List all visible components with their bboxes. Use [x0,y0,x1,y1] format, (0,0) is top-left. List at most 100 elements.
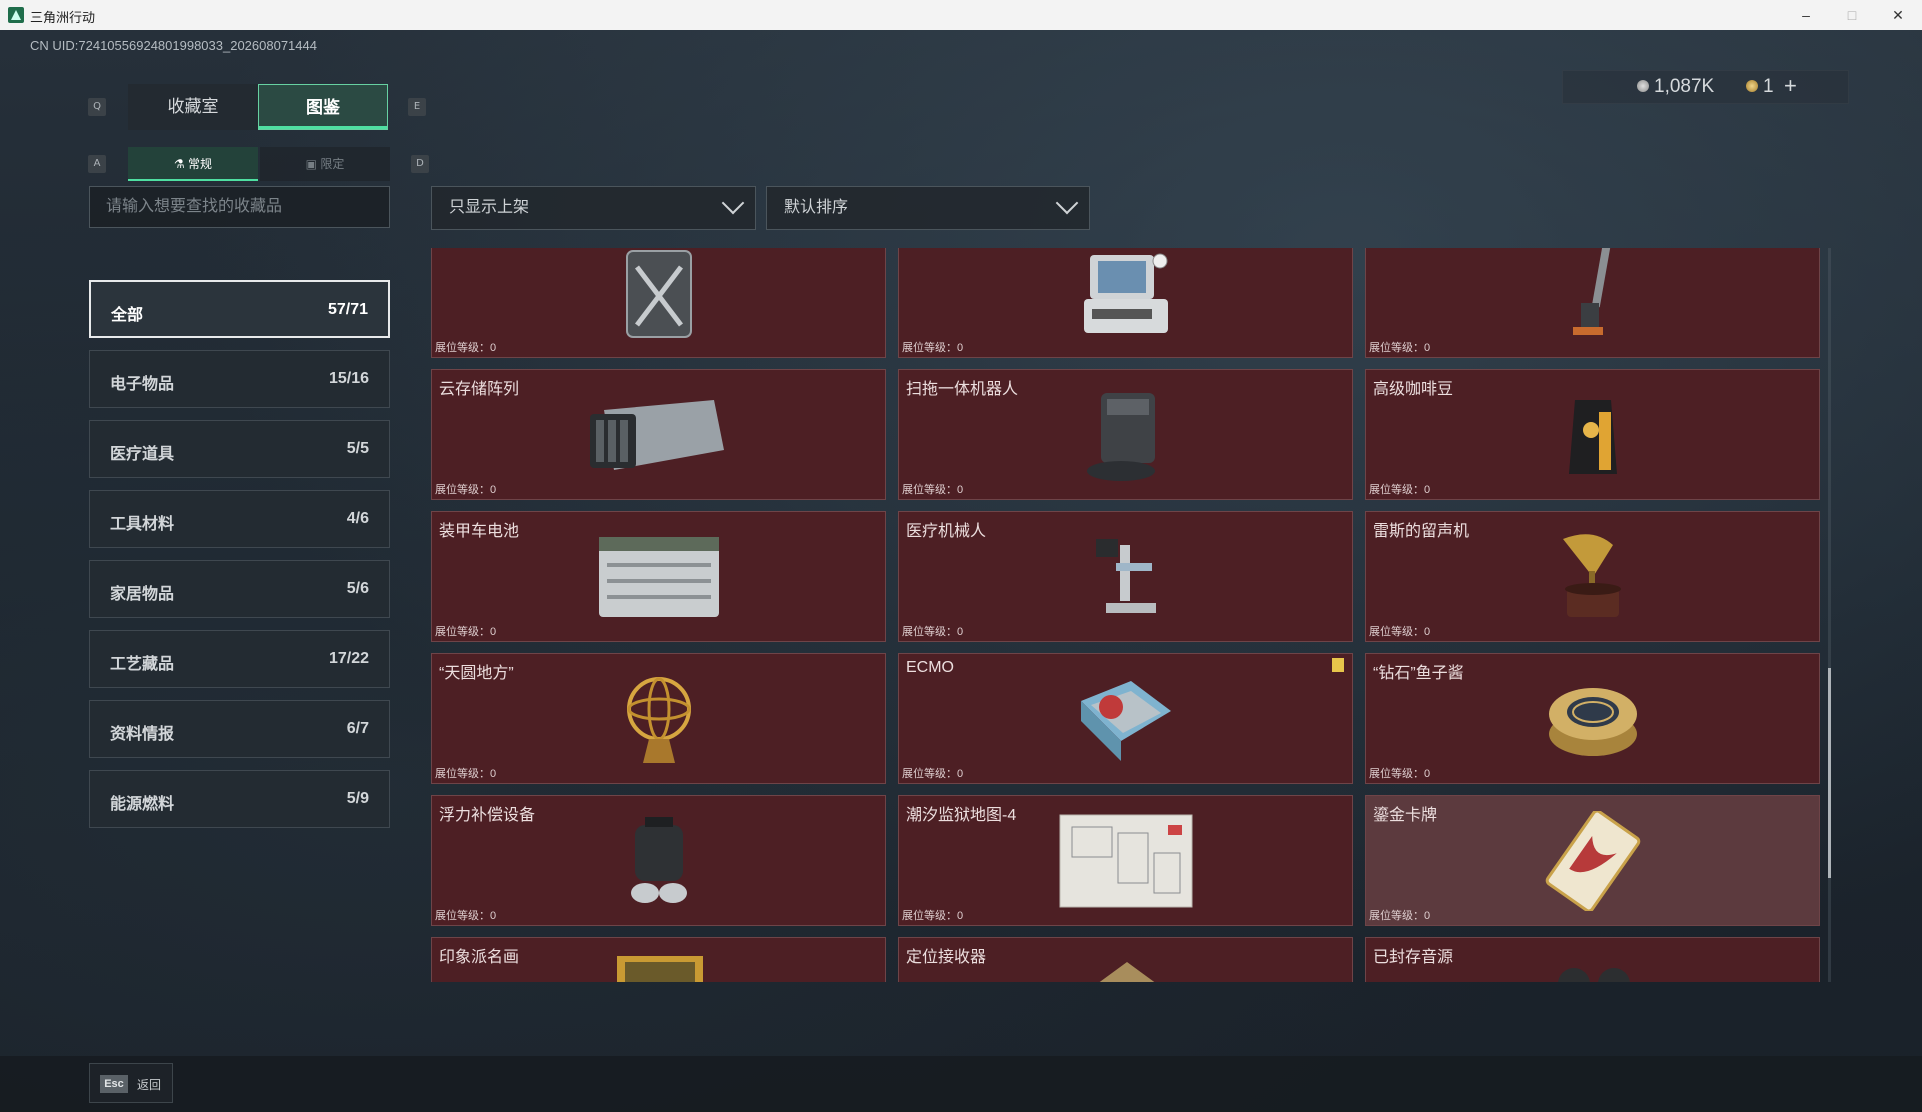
item-name: 定位接收器 [906,949,987,966]
category-tools[interactable]: 工具材料 4/6 [89,490,390,548]
item-name: 雷斯的留声机 [1373,523,1470,540]
exhibit-level: 展位等级：0 [902,342,964,354]
token-icon [1746,80,1758,92]
exhibit-level: 展位等级：0 [1369,768,1431,780]
esc-key: Esc [100,1075,128,1093]
tab-collection-room[interactable]: 收藏室 [128,84,258,130]
collection-card[interactable]: ECMO 展位等级：0 [898,653,1353,784]
exhibit-level: 展位等级：0 [902,626,964,638]
category-electronics[interactable]: 电子物品 15/16 [89,350,390,408]
exhibit-level: 展位等级：0 [435,342,497,354]
exhibit-level: 展位等级：0 [1369,626,1431,638]
subtab-limited-label: 限定 [320,157,345,171]
coffee-bag-icon [1568,399,1617,474]
category-medical[interactable]: 医疗道具 5/5 [89,420,390,478]
item-name: 装甲车电池 [439,523,520,540]
category-name: 电子物品 [110,376,175,393]
collection-card[interactable]: 展位等级：0 [1365,248,1820,358]
collection-card[interactable]: 装甲车电池 展位等级：0 [431,511,886,642]
sort-value: 默认排序 [784,199,849,216]
minimize-button[interactable]: – [1783,0,1829,30]
exhibit-level: 展位等级：0 [435,910,497,922]
item-name: 浮力补偿设备 [439,807,536,824]
collection-card[interactable]: 浮力补偿设备 展位等级：0 [431,795,886,926]
exhibit-level: 展位等级：0 [435,626,497,638]
token-amount: 1 [1763,76,1774,97]
fuel-can-icon [625,249,692,338]
currency-panel: 1,087K 1 + [1562,70,1849,104]
search-input[interactable]: 请输入想要查找的收藏品 [89,186,390,228]
category-count: 57/71 [327,301,368,318]
ecmo-machine-icon [1080,680,1171,761]
category-count: 6/7 [346,720,369,737]
prison-map-icon [1059,814,1192,907]
robot-mop-icon [1086,392,1155,481]
item-name: “天圆地方” [439,665,514,682]
uid-label: CN UID:7241055692480199803​3_20260807144… [30,38,317,53]
collection-card[interactable]: 展位等级：0 [431,248,886,358]
category-all[interactable]: 全部 57/71 [89,280,390,338]
medical-robot-icon [1095,538,1156,613]
maximize-button[interactable]: □ [1829,0,1875,30]
chevron-down-icon [721,191,745,215]
chevron-down-icon [1055,191,1079,215]
category-energy[interactable]: 能源燃料 5/9 [89,770,390,828]
sort-dropdown[interactable]: 默认排序 [766,186,1090,230]
collection-card[interactable]: “天圆地方” 展位等级：0 [431,653,886,784]
item-name: ECMO [906,659,954,676]
coin-amount: 1,087K [1654,76,1715,97]
exhibit-level: 展位等级：0 [1369,342,1431,354]
item-name: 云存储阵列 [439,381,520,398]
collection-card[interactable]: 印象派名画 [431,937,886,982]
caviar-tin-icon [1548,687,1637,756]
collection-card[interactable]: 定位接收器 [898,937,1353,982]
category-count: 5/5 [346,440,369,457]
add-currency-button[interactable]: + [1784,73,1797,99]
collection-card[interactable]: 潮汐监狱地图-4 展位等级：0 [898,795,1353,926]
window-title: 三角洲行动 [30,10,96,25]
bottom-bar [0,1056,1922,1112]
shelf-filter-dropdown[interactable]: 只显示上架 [431,186,756,230]
tab-codex[interactable]: 图鉴 [258,84,388,130]
close-button[interactable]: ✕ [1875,0,1921,30]
collection-card[interactable]: 高级咖啡豆 展位等级：0 [1365,369,1820,500]
grid-scroll-thumb[interactable] [1828,668,1831,878]
app-logo-icon [8,7,24,23]
item-name: 潮汐监狱地图-4 [906,807,1017,824]
exhibit-level: 展位等级：0 [902,768,964,780]
window-titlebar: 三角洲行动 – □ ✕ [0,0,1922,30]
category-count: 15/16 [328,370,369,387]
server-array-icon [589,399,724,470]
locator-icon [1099,962,1155,982]
prev-subtab-key: A [88,155,106,173]
collection-card[interactable]: 展位等级：0 [898,248,1353,358]
item-name: “钻石”鱼子酱 [1373,665,1464,682]
collection-card[interactable]: 云存储阵列 展位等级：0 [431,369,886,500]
armillary-sphere-icon [626,676,691,763]
exhibit-level: 展位等级：0 [1369,484,1431,496]
collection-card[interactable]: 雷斯的留声机 展位等级：0 [1365,511,1820,642]
subtab-limited[interactable]: ▣ 限定 [260,147,390,181]
back-button[interactable]: Esc 返回 [89,1063,173,1103]
floor-scrubber-icon [1572,248,1610,335]
collection-card[interactable]: 鎏金卡牌 展位等级：0 [1365,795,1820,926]
exhibit-level: 展位等级：0 [435,768,497,780]
vehicle-battery-icon [598,536,719,617]
category-count: 5/6 [346,580,369,597]
collection-card[interactable]: “钻石”鱼子酱 展位等级：0 [1365,653,1820,784]
collection-card[interactable]: 医疗机械人 展位等级：0 [898,511,1353,642]
collection-grid: 展位等级：0 展位等级：0 展位等级：0 云存储阵列 展位等级：0 扫拖一体机器… [431,248,1821,982]
sealed-audio-icon [1558,968,1630,982]
category-crafts[interactable]: 工艺藏品 17/22 [89,630,390,688]
exhibit-level: 展位等级：0 [902,484,964,496]
new-badge-icon [1332,658,1344,672]
computer-terminal-icon [1083,253,1168,333]
category-count: 5/9 [346,790,369,807]
category-intel[interactable]: 资料情报 6/7 [89,700,390,758]
collection-card[interactable]: 已封存音源 [1365,937,1820,982]
collection-card[interactable]: 扫拖一体机器人 展位等级：0 [898,369,1353,500]
subtab-regular[interactable]: ⚗ 常规 [128,147,258,181]
painting-icon [617,956,703,982]
coin-icon [1637,80,1649,92]
category-household[interactable]: 家居物品 5/6 [89,560,390,618]
